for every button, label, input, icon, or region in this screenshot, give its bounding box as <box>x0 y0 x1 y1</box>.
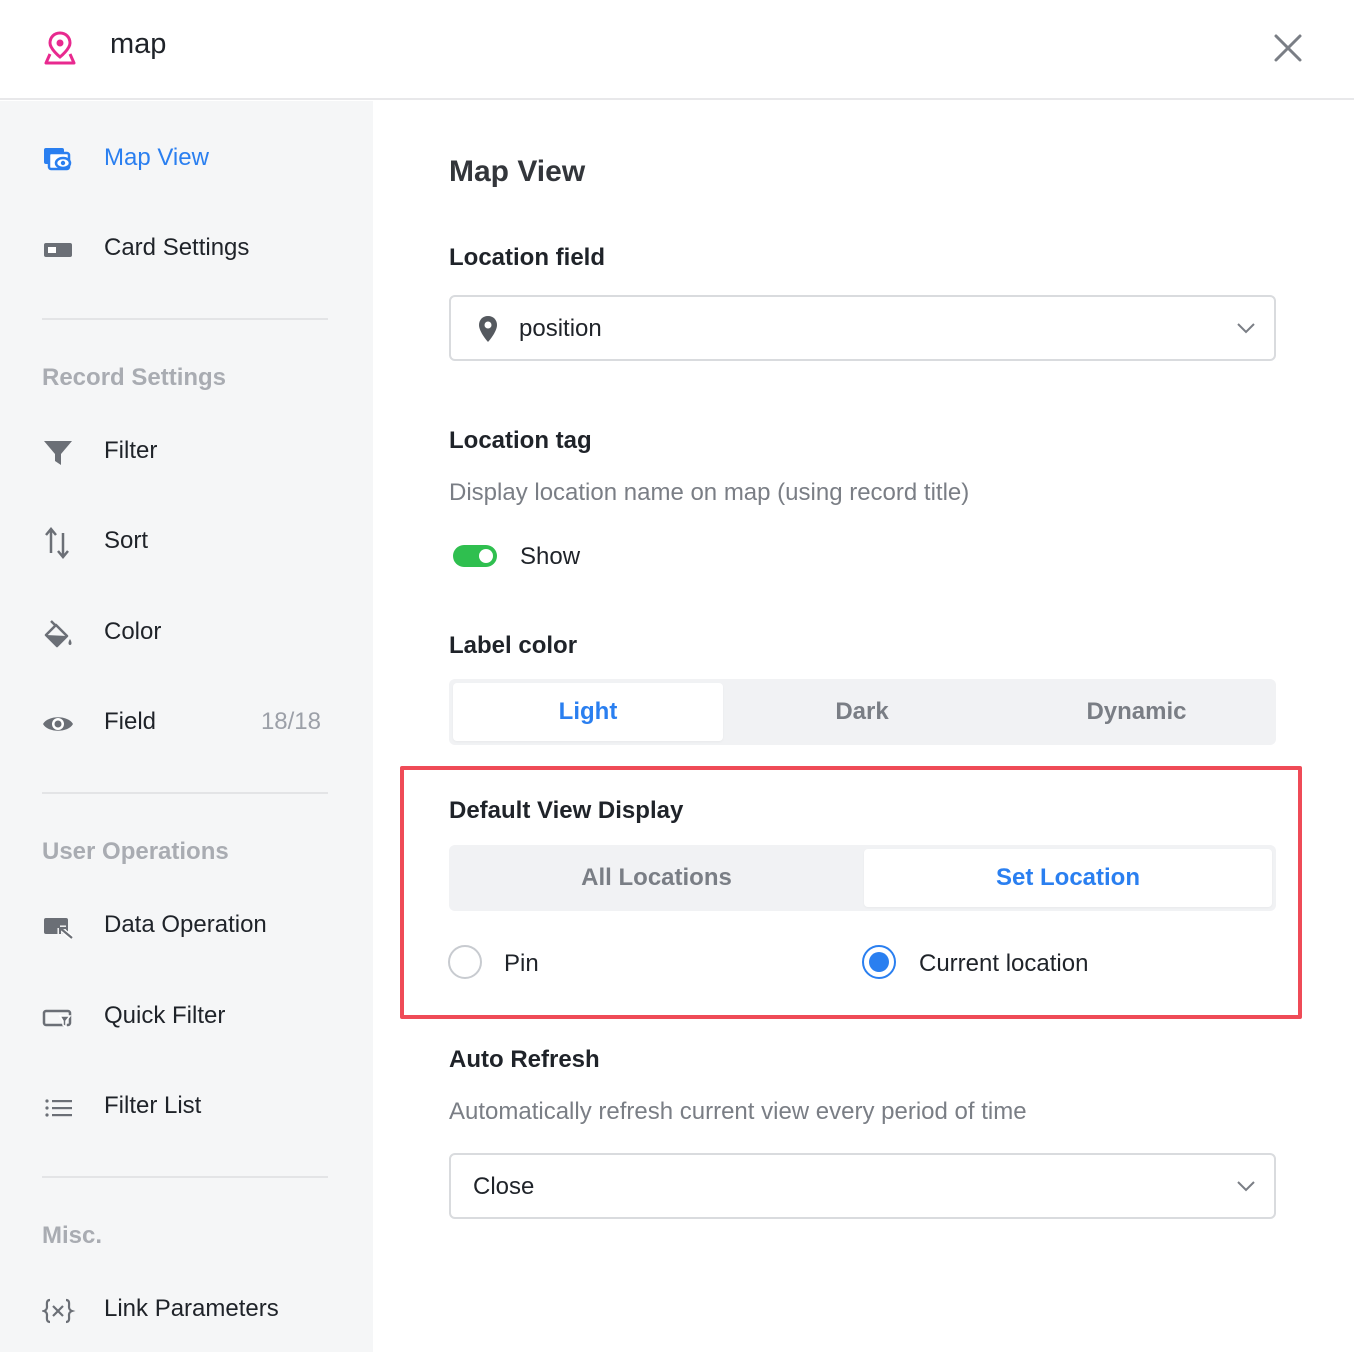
current-location-radio[interactable] <box>862 945 896 979</box>
label-color-option-light[interactable]: Light <box>453 683 723 741</box>
default-view-option-all-locations[interactable]: All Locations <box>453 849 860 907</box>
chevron-down-icon <box>1237 323 1255 334</box>
sidebar-item-label: Sort <box>104 527 149 554</box>
sidebar-item-color[interactable]: Color <box>0 604 373 664</box>
app-title: map <box>110 28 167 60</box>
radio-dot <box>869 952 889 972</box>
sidebar-item-card-settings[interactable]: Card Settings <box>0 220 373 280</box>
default-view-display-label: Default View Display <box>449 797 684 824</box>
map-pin-icon <box>44 31 76 65</box>
label-color-option-dark[interactable]: Dark <box>727 683 997 741</box>
default-view-display-segmented: All Locations Set Location <box>449 845 1276 911</box>
sidebar-item-data-operation[interactable]: Data Operation <box>0 897 373 957</box>
close-icon[interactable] <box>1268 28 1308 68</box>
filter-icon <box>44 441 72 465</box>
section-title-misc: Misc. <box>42 1222 103 1249</box>
location-field-select[interactable]: position <box>449 295 1276 361</box>
sidebar-item-label: Card Settings <box>104 234 250 261</box>
sidebar-divider <box>42 1176 328 1178</box>
location-field-value: position <box>519 315 602 342</box>
variable-braces-icon <box>42 1298 76 1324</box>
sidebar-item-map-view[interactable]: Map View <box>0 130 373 190</box>
location-tag-toggle-label: Show <box>520 543 581 570</box>
map-view-icon <box>44 148 72 171</box>
sidebar-item-sort[interactable]: Sort <box>0 513 373 573</box>
label-color-segmented: Light Dark Dynamic <box>449 679 1276 745</box>
label-color-label: Label color <box>449 632 578 659</box>
sidebar-item-label: Filter <box>104 437 158 464</box>
location-pin-icon <box>479 316 497 342</box>
field-count: 18/18 <box>260 708 321 735</box>
section-title-user-operations: User Operations <box>42 838 229 865</box>
data-operation-icon <box>44 918 74 940</box>
quick-filter-icon <box>42 1009 72 1029</box>
sidebar-item-filter[interactable]: Filter <box>0 423 373 483</box>
auto-refresh-label: Auto Refresh <box>449 1046 600 1073</box>
sidebar-item-label: Data Operation <box>104 911 267 938</box>
pin-radio[interactable] <box>448 945 482 979</box>
location-field-label: Location field <box>449 244 605 271</box>
location-tag-description: Display location name on map (using reco… <box>449 479 970 506</box>
sidebar-item-label: Map View <box>104 144 209 171</box>
sidebar-item-label: Quick Filter <box>104 1002 226 1029</box>
sidebar-item-label: Link Parameters <box>104 1295 279 1322</box>
card-icon <box>44 243 72 257</box>
dialog-header: map <box>0 0 1354 100</box>
eye-icon <box>43 717 73 731</box>
settings-sidebar: Map View Card Settings Record Settings F… <box>0 101 373 1352</box>
sidebar-item-link-parameters[interactable]: Link Parameters <box>0 1281 373 1341</box>
toggle-knob <box>479 549 493 563</box>
settings-content: Map View Location field position Locatio… <box>373 101 1354 1352</box>
auto-refresh-select[interactable]: Close <box>449 1153 1276 1219</box>
location-tag-label: Location tag <box>449 427 592 454</box>
label-color-option-dynamic[interactable]: Dynamic <box>1001 683 1272 741</box>
current-location-radio-label: Current location <box>919 950 1089 977</box>
sidebar-item-label: Field <box>104 708 157 735</box>
page-title: Map View <box>449 155 586 188</box>
sidebar-item-label: Filter List <box>104 1092 202 1119</box>
section-title-record-settings: Record Settings <box>42 364 227 391</box>
sidebar-divider <box>42 792 328 794</box>
paint-bucket-icon <box>44 620 72 648</box>
sidebar-item-label: Color <box>104 618 162 645</box>
chevron-down-icon <box>1237 1181 1255 1192</box>
sidebar-divider <box>42 318 328 320</box>
sidebar-item-filter-list[interactable]: Filter List <box>0 1078 373 1138</box>
auto-refresh-value: Close <box>473 1173 535 1200</box>
sidebar-item-quick-filter[interactable]: Quick Filter <box>0 988 373 1048</box>
default-view-option-set-location[interactable]: Set Location <box>864 849 1272 907</box>
sidebar-item-field[interactable]: Field 18/18 <box>0 694 373 754</box>
location-tag-toggle[interactable] <box>453 545 497 567</box>
list-icon <box>45 1099 72 1117</box>
sort-icon <box>45 527 69 559</box>
pin-radio-label: Pin <box>504 950 539 977</box>
auto-refresh-description: Automatically refresh current view every… <box>449 1098 1027 1125</box>
